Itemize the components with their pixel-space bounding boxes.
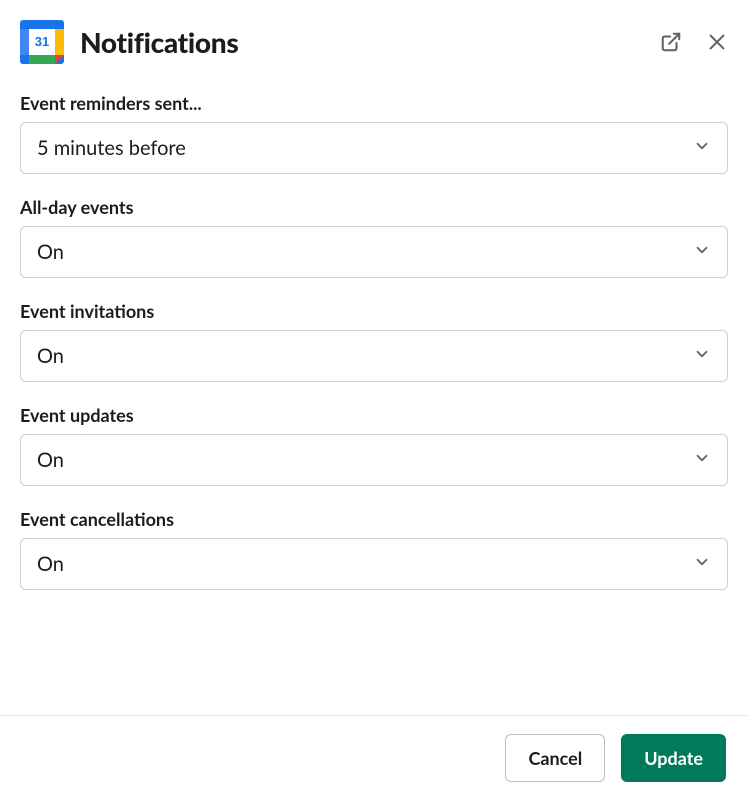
select-value: 5 minutes before xyxy=(37,136,186,160)
svg-text:31: 31 xyxy=(35,34,49,49)
select-value: On xyxy=(37,344,64,368)
dialog-footer: Cancel Update xyxy=(0,715,748,800)
select-value: On xyxy=(37,448,64,472)
chevron-down-icon xyxy=(693,344,711,368)
update-button[interactable]: Update xyxy=(621,734,726,782)
open-external-icon[interactable] xyxy=(660,31,682,53)
cancel-button[interactable]: Cancel xyxy=(505,734,605,782)
field-event-invitations: Event invitations On xyxy=(20,300,728,382)
dialog-content: Event reminders sent... 5 minutes before… xyxy=(0,84,748,715)
select-value: On xyxy=(37,240,64,264)
chevron-down-icon xyxy=(693,240,711,264)
select-all-day-events[interactable]: On xyxy=(20,226,728,278)
chevron-down-icon xyxy=(693,448,711,472)
select-event-updates[interactable]: On xyxy=(20,434,728,486)
select-event-cancellations[interactable]: On xyxy=(20,538,728,590)
label-event-invitations: Event invitations xyxy=(20,300,728,322)
field-all-day-events: All-day events On xyxy=(20,196,728,278)
select-value: On xyxy=(37,552,64,576)
label-event-cancellations: Event cancellations xyxy=(20,508,728,530)
header-actions xyxy=(660,31,728,53)
select-event-reminders[interactable]: 5 minutes before xyxy=(20,122,728,174)
dialog-title: Notifications xyxy=(80,25,644,59)
label-event-reminders: Event reminders sent... xyxy=(20,92,728,114)
label-all-day-events: All-day events xyxy=(20,196,728,218)
field-event-updates: Event updates On xyxy=(20,404,728,486)
dialog-header: 31 Notifications xyxy=(0,0,748,84)
field-event-cancellations: Event cancellations On xyxy=(20,508,728,590)
field-event-reminders: Event reminders sent... 5 minutes before xyxy=(20,92,728,174)
google-calendar-icon: 31 xyxy=(20,20,64,64)
chevron-down-icon xyxy=(693,552,711,576)
chevron-down-icon xyxy=(693,136,711,160)
label-event-updates: Event updates xyxy=(20,404,728,426)
select-event-invitations[interactable]: On xyxy=(20,330,728,382)
close-icon[interactable] xyxy=(706,31,728,53)
